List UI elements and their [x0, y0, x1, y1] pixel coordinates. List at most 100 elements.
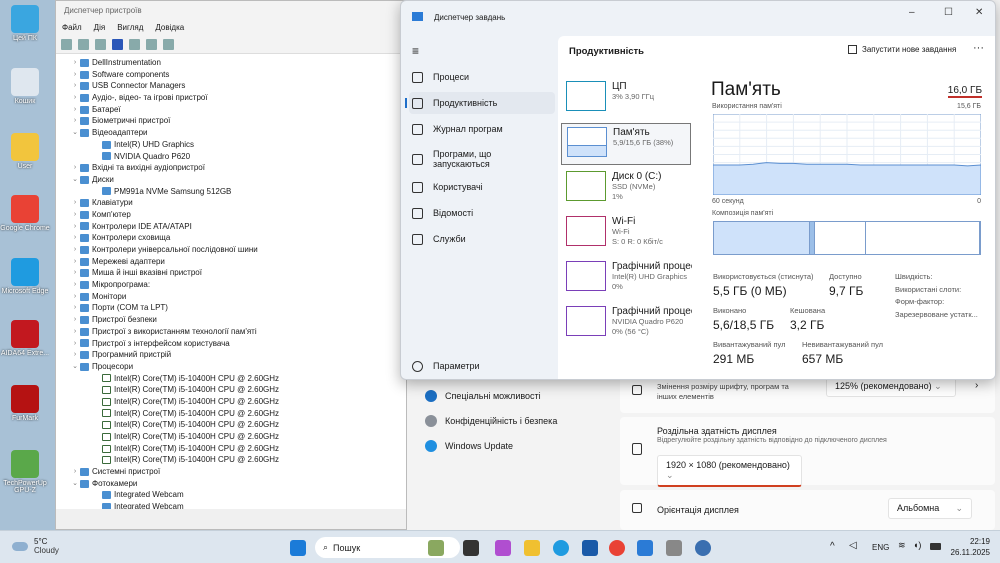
chevron-right-icon[interactable]: › — [70, 162, 80, 174]
device-category[interactable]: › Монітори — [56, 291, 406, 303]
device-category[interactable]: › Пристрої з інтерфейсом користувача — [56, 338, 406, 350]
chevron-right-icon[interactable]: › — [70, 115, 80, 127]
scan-icon[interactable] — [146, 39, 157, 50]
nav-settings[interactable]: Параметри — [409, 355, 555, 377]
minimize-button[interactable]: – — [909, 7, 915, 18]
device-item[interactable]: Intel(R) Core(TM) i5-10400H CPU @ 2.60GH… — [56, 419, 406, 431]
maximize-button[interactable]: ☐ — [944, 7, 953, 18]
chevron-right-icon[interactable]: › — [70, 244, 80, 256]
device-item[interactable]: Intel(R) UHD Graphics — [56, 139, 406, 151]
settings-nav-item[interactable]: Конфіденційність і безпека — [425, 415, 557, 427]
perf-tile[interactable]: Диск 0 (C:) SSD (NVMe) 1% — [561, 168, 691, 210]
chrome-icon[interactable] — [609, 540, 625, 556]
nav-services[interactable]: Служби — [409, 228, 555, 250]
back-icon[interactable] — [61, 39, 72, 50]
monitor-icon[interactable] — [163, 39, 174, 50]
view-icon[interactable] — [129, 39, 140, 50]
language-indicator[interactable]: ENG — [872, 543, 889, 552]
chevron-right-icon[interactable]: › — [70, 57, 80, 69]
perf-tile[interactable]: Пам'ять 5,9/15,6 ГБ (38%) — [561, 123, 691, 165]
menu-item[interactable]: Вигляд — [117, 23, 143, 33]
perf-tile[interactable]: Графічний процесор 0Intel(R) UHD Graphic… — [561, 258, 692, 300]
chevron-right-icon[interactable]: › — [70, 326, 80, 338]
menu-item[interactable]: Дія — [94, 23, 106, 33]
chevron-right-icon[interactable]: › — [70, 338, 80, 350]
desktop-icon[interactable]: Цей ПК — [0, 5, 50, 42]
device-category[interactable]: ⌄ Відеоадаптери — [56, 127, 406, 139]
start-button[interactable] — [290, 540, 306, 556]
forward-icon[interactable] — [78, 39, 89, 50]
chevron-right-icon[interactable]: › — [70, 349, 80, 361]
desktop-icon[interactable]: TechPowerUp GPU-Z — [0, 450, 50, 494]
chevron-right-icon[interactable]: › — [70, 267, 80, 279]
resolution-dropdown[interactable]: 1920 × 1080 (рекомендовано) ⌄ — [657, 455, 802, 487]
desktop-icon[interactable]: User — [0, 133, 50, 170]
chevron-right-icon[interactable]: › — [70, 69, 80, 81]
device-category[interactable]: › Програмний пристрій — [56, 349, 406, 361]
device-category[interactable]: › Software components — [56, 69, 406, 81]
menu-item[interactable]: Довідка — [155, 23, 184, 33]
edge-icon[interactable] — [553, 540, 569, 556]
perf-tile[interactable]: Wi-Fi Wi-Fi S: 0 R: 0 Кбіт/с — [561, 213, 691, 255]
perf-tile[interactable]: ЦП 3% 3,90 ГГц — [561, 78, 691, 120]
chevron-right-icon[interactable]: › — [70, 466, 80, 478]
device-category[interactable]: ⌄ Диски — [56, 174, 406, 186]
chevron-right-icon[interactable]: › — [70, 302, 80, 314]
device-category[interactable]: › Контролери сховища — [56, 232, 406, 244]
chevron-down-icon[interactable]: ⌄ — [70, 127, 80, 139]
nav-startup-apps[interactable]: Програми, що запускаються — [409, 144, 555, 174]
device-category[interactable]: › Аудіо-, відео- та ігрові пристрої — [56, 92, 406, 104]
chevron-down-icon[interactable]: ⌄ — [70, 174, 80, 186]
show-hidden-icons[interactable]: ^ — [830, 541, 835, 552]
device-category[interactable]: › Батареї — [56, 104, 406, 116]
copilot-icon[interactable] — [495, 540, 511, 556]
device-category[interactable]: › USB Connector Managers — [56, 80, 406, 92]
chevron-right-icon[interactable]: › — [70, 209, 80, 221]
device-item[interactable]: Intel(R) Core(TM) i5-10400H CPU @ 2.60GH… — [56, 373, 406, 385]
chevron-right-icon[interactable]: › — [70, 232, 80, 244]
device-category[interactable]: ⌄ Фотокамери — [56, 478, 406, 490]
chevron-right-icon[interactable]: › — [70, 291, 80, 303]
chevron-down-icon[interactable]: ⌄ — [70, 478, 80, 490]
device-category[interactable]: › Порти (COM та LPT) — [56, 302, 406, 314]
device-item[interactable]: NVIDIA Quadro P620 — [56, 151, 406, 163]
orientation-dropdown[interactable]: Альбомна ⌄ — [888, 498, 972, 519]
device-item[interactable]: Intel(R) Core(TM) i5-10400H CPU @ 2.60GH… — [56, 443, 406, 455]
device-category[interactable]: › Пристрої безпеки — [56, 314, 406, 326]
device-category[interactable]: › Пристрої з використанням технології пам… — [56, 326, 406, 338]
chevron-right-icon[interactable]: › — [70, 80, 80, 92]
device-category[interactable]: › DellInstrumentation — [56, 57, 406, 69]
device-item[interactable]: Intel(R) Core(TM) i5-10400H CPU @ 2.60GH… — [56, 396, 406, 408]
chevron-down-icon[interactable]: ⌄ — [70, 361, 80, 373]
device-category[interactable]: › Мережеві адаптери — [56, 256, 406, 268]
desktop-icon[interactable]: Кошик — [0, 68, 50, 105]
task-manager-taskbar-icon[interactable] — [637, 540, 653, 556]
task-view-icon[interactable] — [463, 540, 479, 556]
nav-app-history[interactable]: Журнал програм — [409, 118, 555, 140]
chevron-right-icon[interactable]: › — [975, 380, 978, 391]
settings-nav-item[interactable]: Windows Update — [425, 440, 513, 452]
chevron-right-icon[interactable]: › — [70, 92, 80, 104]
nav-users[interactable]: Користувачі — [409, 176, 555, 198]
nav-processes[interactable]: Процеси — [409, 66, 555, 88]
device-item[interactable]: Intel(R) Core(TM) i5-10400H CPU @ 2.60GH… — [56, 408, 406, 420]
device-item[interactable]: Intel(R) Core(TM) i5-10400H CPU @ 2.60GH… — [56, 431, 406, 443]
help-icon[interactable] — [112, 39, 123, 50]
desktop-icon[interactable]: Google Chrome — [0, 195, 50, 232]
perf-tile[interactable]: Графічний процесор 1NVIDIA Quadro P6200%… — [561, 303, 692, 345]
device-category[interactable]: › Контролери універсальної послідовної ши… — [56, 244, 406, 256]
device-category[interactable]: › Контролери IDE ATA/ATAPI — [56, 221, 406, 233]
run-new-task-button[interactable]: Запустити нове завдання — [848, 45, 956, 54]
taskbar-widget-icon[interactable] — [428, 540, 444, 556]
device-item[interactable]: PM991a NVMe Samsung 512GB — [56, 186, 406, 198]
desktop-icon[interactable]: AIDA64 Extre... — [0, 320, 50, 357]
more-options-button[interactable]: ··· — [973, 42, 984, 54]
battery-icon[interactable] — [930, 543, 941, 550]
wifi-icon[interactable]: ≋ — [898, 540, 906, 551]
chevron-right-icon[interactable]: › — [70, 256, 80, 268]
device-category[interactable]: › Системні пристрої — [56, 466, 406, 478]
clock[interactable]: 22:19 26.11.2025 — [948, 536, 990, 558]
nav-performance[interactable]: Продуктивність — [405, 92, 555, 114]
settings-nav-item[interactable]: Спеціальні можливості — [425, 390, 541, 402]
hamburger-menu-icon[interactable]: ≡ — [412, 44, 419, 58]
